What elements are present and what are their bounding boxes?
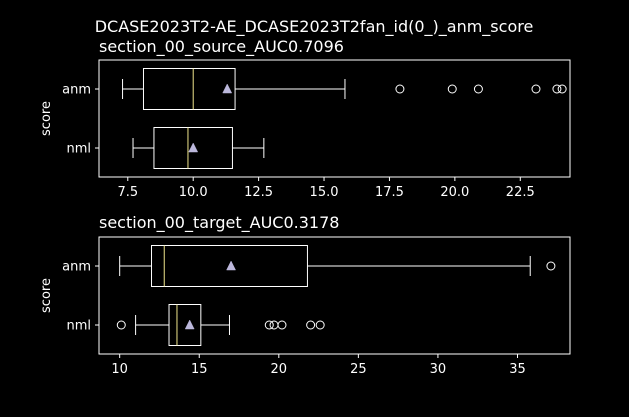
x-tick-label: 35: [509, 362, 526, 377]
x-tick-label: 30: [430, 362, 447, 377]
y-axis-label: score: [39, 278, 54, 313]
chart-svg: DCASE2023T2-AE_DCASE2023T2fan_id(0_)_anm…: [0, 0, 629, 413]
x-tick-label: 20: [271, 362, 288, 377]
y-tick-label: nml: [66, 142, 91, 157]
figure-background: [0, 0, 629, 413]
y-axis-label: score: [39, 101, 54, 136]
panel-title: section_00_source_AUC0.7096: [99, 37, 344, 57]
y-tick-label: anm: [62, 83, 91, 98]
x-tick-label: 15.0: [310, 185, 339, 200]
x-tick-label: 17.5: [375, 185, 404, 200]
x-tick-label: 22.5: [506, 185, 535, 200]
x-tick-label: 10.0: [179, 185, 208, 200]
x-tick-label: 7.5: [117, 185, 138, 200]
figure-suptitle: DCASE2023T2-AE_DCASE2023T2fan_id(0_)_anm…: [95, 17, 534, 37]
y-tick-label: anm: [62, 260, 91, 275]
figure: DCASE2023T2-AE_DCASE2023T2fan_id(0_)_anm…: [0, 0, 629, 413]
y-tick-label: nml: [66, 319, 91, 334]
panel-title: section_00_target_AUC0.3178: [99, 213, 339, 233]
x-tick-label: 12.5: [244, 185, 273, 200]
x-tick-label: 25: [350, 362, 367, 377]
x-tick-label: 15: [191, 362, 208, 377]
x-tick-label: 10: [111, 362, 128, 377]
x-tick-label: 20.0: [440, 185, 469, 200]
